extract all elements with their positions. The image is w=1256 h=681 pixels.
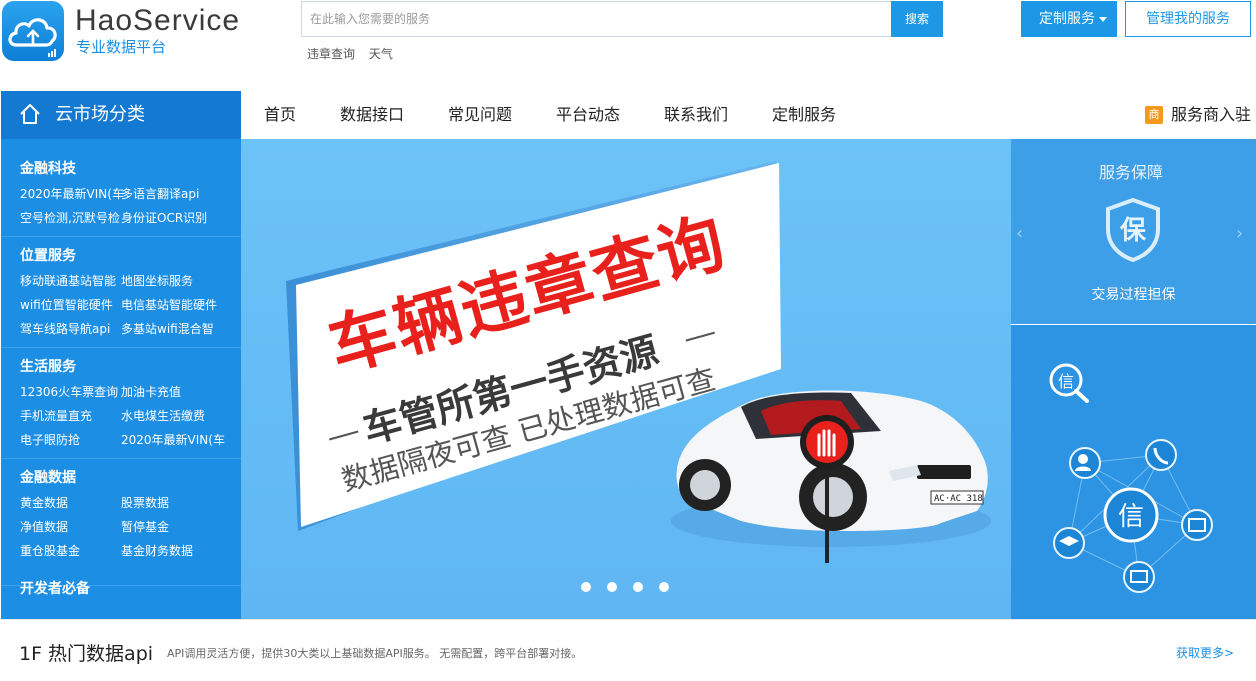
hot-link-violation[interactable]: 违章查询 xyxy=(307,47,355,61)
shop-icon: 商 xyxy=(1145,106,1163,124)
credit-search-char: 信 xyxy=(1058,372,1074,391)
merchant-join-link[interactable]: 商 服务商入驻 xyxy=(1145,91,1251,139)
carousel-dot[interactable] xyxy=(581,582,591,592)
category-link[interactable]: wifi位置智能硬件 xyxy=(20,296,113,313)
get-more-link[interactable]: 获取更多> xyxy=(1176,644,1234,661)
category-link[interactable]: 股票数据 xyxy=(121,494,169,511)
category-header-label: 云市场分类 xyxy=(55,104,145,125)
category-link[interactable]: 电信基站智能硬件 xyxy=(121,296,217,313)
divider xyxy=(1,347,241,348)
carousel-dot[interactable] xyxy=(607,582,617,592)
shield-badge-char: 保 xyxy=(1119,216,1147,246)
category-sidebar: 金融科技 2020年最新VIN(车 多语言翻译api 空号检测,沉默号检 身份证… xyxy=(1,139,241,619)
caret-down-icon xyxy=(1099,17,1107,22)
category-link[interactable]: 2020年最新VIN(车 xyxy=(121,431,225,448)
hot-search-links: 违章查询 天气 xyxy=(307,45,403,62)
manage-my-services-button[interactable]: 管理我的服务 xyxy=(1125,1,1251,37)
category-title-life[interactable]: 生活服务 xyxy=(20,356,76,376)
category-link[interactable]: 加油卡充值 xyxy=(121,383,181,400)
category-link[interactable]: 12306火车票查询 xyxy=(20,383,118,400)
floor-title: 1F 热门数据api xyxy=(19,643,154,665)
chevron-left-icon[interactable]: ‹ xyxy=(1016,223,1023,244)
category-title-location[interactable]: 位置服务 xyxy=(20,245,76,265)
category-link[interactable]: 暂停基金 xyxy=(121,518,169,535)
shield-icon: 保 xyxy=(1106,197,1160,263)
custom-service-dropdown-button[interactable]: 定制服务 xyxy=(1021,1,1117,37)
category-title-finance-data[interactable]: 金融数据 xyxy=(20,467,76,487)
home-icon xyxy=(20,104,40,124)
category-link[interactable]: 多语言翻译api xyxy=(121,185,199,202)
banner-artwork: 车辆违章查询 车管所第一手资源 数据隔夜可查 已处理数据可查 AC·AC 318 xyxy=(286,161,991,563)
category-link[interactable]: 手机流量直充 xyxy=(20,407,92,424)
nav-item-custom-service[interactable]: 定制服务 xyxy=(772,91,836,139)
category-link[interactable]: 电子眼防抢 xyxy=(20,431,80,448)
carousel-dot[interactable] xyxy=(633,582,643,592)
service-guarantee-panel: 服务保障 ‹ › 保 交易过程担保 xyxy=(1011,139,1256,324)
guarantee-title: 服务保障 xyxy=(1098,163,1163,182)
credit-center-char: 信 xyxy=(1118,502,1144,532)
category-link[interactable]: 身份证OCR识别 xyxy=(121,209,207,226)
brand-name[interactable]: HaoService xyxy=(75,3,240,39)
category-link[interactable]: 水电煤生活缴费 xyxy=(121,407,205,424)
category-link[interactable]: 驾车线路导航api xyxy=(20,320,110,337)
category-link[interactable]: 黄金数据 xyxy=(20,494,68,511)
floor-section-header: 1F 热门数据api API调用灵活方便，提供30大类以上基础数据API服务。 … xyxy=(0,619,1256,681)
nav-item-news[interactable]: 平台动态 xyxy=(556,91,620,139)
hero-banner-carousel[interactable]: 车辆违章查询 车管所第一手资源 数据隔夜可查 已处理数据可查 AC·AC 318 xyxy=(241,139,1011,619)
guarantee-subtitle: 交易过程担保 xyxy=(1091,287,1176,303)
credit-network-panel: 信 信 xyxy=(1011,325,1256,619)
floor-description: API调用灵活方便，提供30大类以上基础数据API服务。 无需配置，跨平台部署对… xyxy=(167,647,583,660)
credit-network-illustration: 信 信 xyxy=(1049,363,1213,593)
divider xyxy=(1,458,241,459)
divider xyxy=(1,236,241,237)
license-plate: AC·AC 318 xyxy=(934,494,983,504)
car-illustration: AC·AC 318 xyxy=(671,390,991,547)
category-header[interactable]: 云市场分类 xyxy=(1,91,241,139)
category-title-developer[interactable]: 开发者必备 xyxy=(20,578,90,598)
carousel-dot[interactable] xyxy=(659,582,669,592)
merchant-join-label: 服务商入驻 xyxy=(1171,105,1252,124)
category-link[interactable]: 空号检测,沉默号检 xyxy=(20,209,120,226)
category-link[interactable]: 多基站wifi混合智 xyxy=(121,320,214,337)
nav-item-contact[interactable]: 联系我们 xyxy=(664,91,728,139)
cloud-logo-icon[interactable] xyxy=(2,1,64,61)
custom-service-label: 定制服务 xyxy=(1039,11,1095,27)
site-header: HaoService 专业数据平台 搜索 违章查询 天气 定制服务 管理我的服务 xyxy=(0,0,1256,90)
hot-link-weather[interactable]: 天气 xyxy=(369,47,393,61)
search-button[interactable]: 搜索 xyxy=(891,1,943,37)
category-link[interactable]: 重仓股基金 xyxy=(20,542,80,559)
chevron-right-icon[interactable]: › xyxy=(1236,223,1243,244)
search-input[interactable] xyxy=(301,1,892,37)
nav-item-home[interactable]: 首页 xyxy=(264,91,296,139)
nav-item-data-api[interactable]: 数据接口 xyxy=(340,91,404,139)
category-link[interactable]: 移动联通基站智能 xyxy=(20,272,116,289)
category-link[interactable]: 基金财务数据 xyxy=(121,542,193,559)
nav-item-faq[interactable]: 常见问题 xyxy=(448,91,512,139)
category-title-fintech[interactable]: 金融科技 xyxy=(20,158,76,178)
brand-tagline: 专业数据平台 xyxy=(76,38,167,56)
category-link[interactable]: 地图坐标服务 xyxy=(121,272,193,289)
main-nav: 云市场分类 首页 数据接口 常见问题 平台动态 联系我们 定制服务 商 服务商入… xyxy=(0,91,1256,139)
category-link[interactable]: 净值数据 xyxy=(20,518,68,535)
category-link[interactable]: 2020年最新VIN(车 xyxy=(20,185,124,202)
